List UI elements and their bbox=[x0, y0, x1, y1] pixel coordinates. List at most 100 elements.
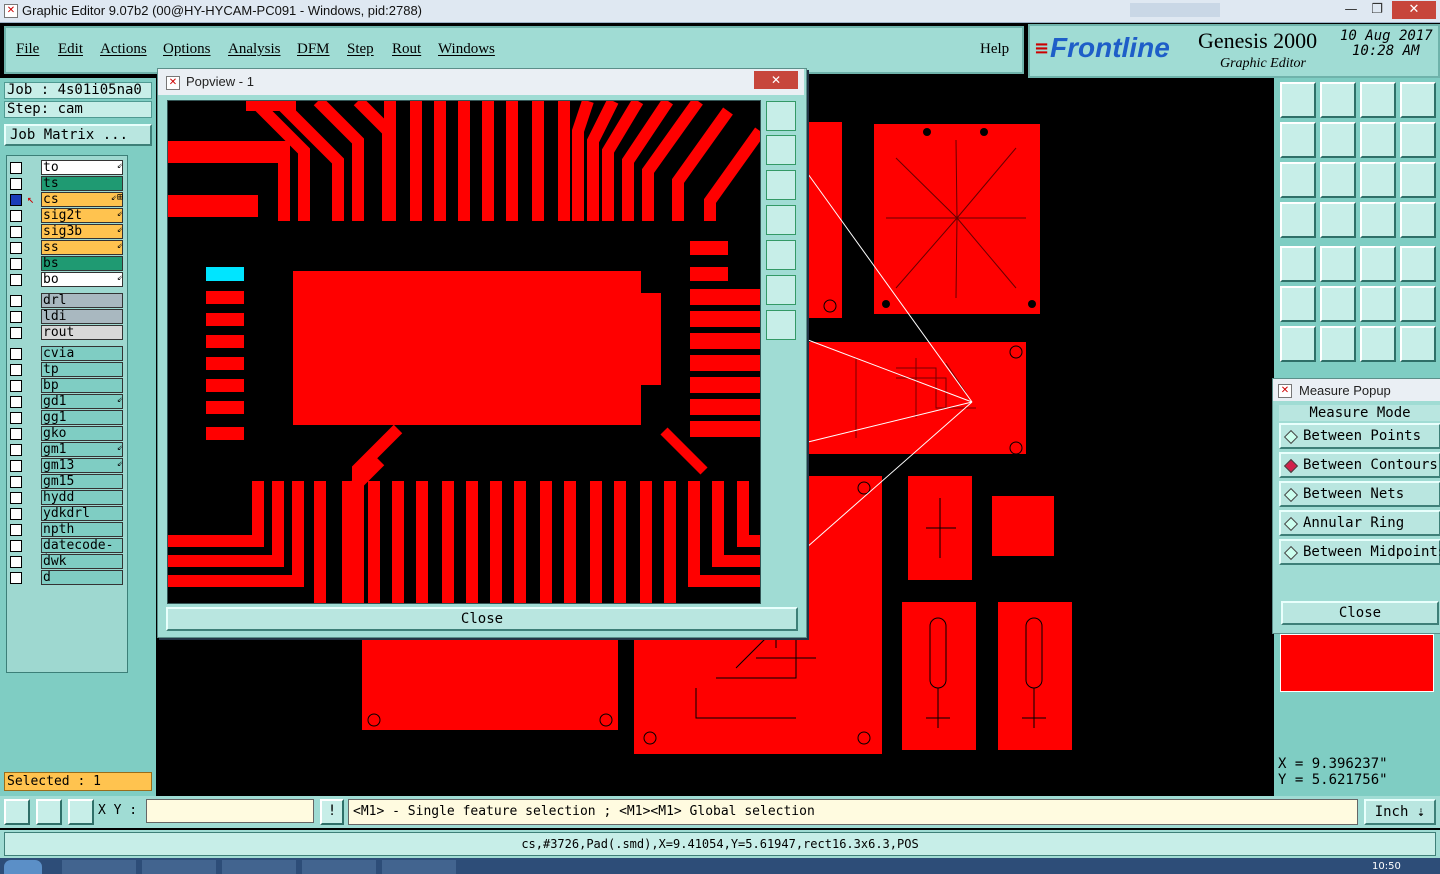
tool-move-left-icon[interactable] bbox=[1280, 122, 1316, 158]
tool-add-line-icon[interactable] bbox=[1320, 246, 1356, 282]
layer-checkbox[interactable] bbox=[10, 295, 22, 307]
popview-close-x-button[interactable]: ✕ bbox=[754, 71, 798, 89]
angle-tool-icon[interactable] bbox=[36, 799, 62, 825]
layer-checkbox[interactable] bbox=[10, 444, 22, 456]
layer-checkbox[interactable] bbox=[10, 364, 22, 376]
layer-name[interactable]: d bbox=[41, 570, 123, 585]
layer-name[interactable]: ts bbox=[41, 176, 123, 191]
close-window-button[interactable]: ✕ bbox=[1392, 1, 1436, 19]
layer-checkbox[interactable] bbox=[10, 492, 22, 504]
restore-button[interactable]: ❐ bbox=[1364, 1, 1390, 19]
warning-icon[interactable]: ! bbox=[320, 799, 344, 825]
layer-row[interactable]: gm15 bbox=[7, 474, 125, 490]
start-button[interactable] bbox=[4, 860, 42, 874]
tool-layer-down-icon[interactable] bbox=[1320, 82, 1356, 118]
layer-row[interactable]: dwk bbox=[7, 554, 125, 570]
layer-name[interactable]: gm15 bbox=[41, 474, 123, 489]
tool-line-pad-alt-icon[interactable] bbox=[1400, 286, 1436, 322]
layer-row[interactable]: gm1 ⇙ bbox=[7, 442, 125, 458]
layer-name[interactable]: drl bbox=[41, 293, 123, 308]
tool-filter-icon[interactable] bbox=[1280, 202, 1316, 238]
menu-windows[interactable]: Windows bbox=[438, 41, 495, 58]
layer-name[interactable]: cvia bbox=[41, 346, 123, 361]
layer-row[interactable]: drl bbox=[7, 293, 125, 309]
tool-move-right-icon[interactable] bbox=[1320, 122, 1356, 158]
layer-checkbox[interactable] bbox=[10, 226, 22, 238]
layer-name[interactable]: gg1 bbox=[41, 410, 123, 425]
layer-name[interactable]: datecode-to bbox=[41, 538, 123, 567]
layer-row[interactable]: bo ⇙ bbox=[7, 272, 125, 288]
tool-ruler-icon[interactable] bbox=[1360, 246, 1396, 282]
tool-home-icon[interactable] bbox=[1360, 82, 1396, 118]
menu-file[interactable]: File bbox=[16, 41, 39, 58]
tool-slash-icon[interactable] bbox=[1320, 326, 1356, 362]
popview-zoom-fit-icon[interactable] bbox=[766, 275, 796, 305]
layer-name[interactable]: npth bbox=[41, 522, 123, 537]
layer-row[interactable]: gg1 bbox=[7, 410, 125, 426]
tool-zoom-fit-icon[interactable] bbox=[1280, 162, 1316, 198]
layer-row[interactable]: ss ⇙ bbox=[7, 240, 125, 256]
layer-name[interactable]: gm1 bbox=[41, 442, 123, 457]
layer-name[interactable]: bs bbox=[41, 256, 123, 271]
layer-checkbox[interactable] bbox=[10, 311, 22, 323]
menu-dfm[interactable]: DFM bbox=[297, 41, 330, 58]
layer-checkbox[interactable] bbox=[10, 258, 22, 270]
tool-window-icon[interactable] bbox=[1400, 82, 1436, 118]
layer-checkbox[interactable] bbox=[10, 210, 22, 222]
layer-checkbox[interactable] bbox=[10, 242, 22, 254]
layer-checkbox[interactable] bbox=[10, 476, 22, 488]
grid-tool-icon[interactable] bbox=[68, 799, 94, 825]
layer-checkbox[interactable] bbox=[10, 348, 22, 360]
layer-checkbox[interactable] bbox=[10, 412, 22, 424]
layer-name[interactable]: sig3b bbox=[41, 224, 123, 239]
layer-row[interactable]: ldi bbox=[7, 309, 125, 325]
layer-row[interactable]: cvia bbox=[7, 346, 125, 362]
layer-checkbox[interactable] bbox=[10, 396, 22, 408]
tool-bracket-icon[interactable] bbox=[1400, 326, 1436, 362]
menu-help[interactable]: Help bbox=[980, 41, 1009, 58]
tool-line-pad-icon[interactable] bbox=[1360, 286, 1396, 322]
measure-close-button[interactable]: Close bbox=[1281, 601, 1439, 625]
tool-cross-icon[interactable] bbox=[1320, 286, 1356, 322]
tool-add-pad-icon[interactable] bbox=[1280, 246, 1316, 282]
measure-option-between-midpoints[interactable]: Between Midpoints bbox=[1279, 539, 1440, 565]
layer-row[interactable]: gd1 ⇙ bbox=[7, 394, 125, 410]
layer-checkbox[interactable] bbox=[10, 162, 22, 174]
layer-name[interactable]: bo bbox=[41, 272, 123, 287]
menu-actions[interactable]: Actions bbox=[100, 41, 147, 58]
layer-row[interactable]: ↖ cs ⇙⊞ bbox=[7, 192, 125, 208]
layer-row[interactable]: sig2t ⇙ bbox=[7, 208, 125, 224]
popview-close-button[interactable]: Close bbox=[166, 607, 798, 631]
popview-pan-up-icon[interactable] bbox=[766, 135, 796, 165]
minimize-button[interactable]: — bbox=[1338, 1, 1364, 19]
layer-row[interactable]: gko bbox=[7, 426, 125, 442]
layer-row[interactable]: bs bbox=[7, 256, 125, 272]
layer-checkbox[interactable] bbox=[10, 274, 22, 286]
layer-name[interactable]: sig2t bbox=[41, 208, 123, 223]
layer-row[interactable]: ts bbox=[7, 176, 125, 192]
layer-name[interactable]: gko bbox=[41, 426, 123, 441]
layer-name[interactable]: gd1 bbox=[41, 394, 123, 409]
layer-row[interactable]: hydd bbox=[7, 490, 125, 506]
units-select[interactable]: Inch ⇣ bbox=[1364, 799, 1436, 825]
menu-options[interactable]: Options bbox=[163, 41, 211, 58]
popview-pan-down-icon[interactable] bbox=[766, 170, 796, 200]
layer-checkbox[interactable] bbox=[10, 540, 22, 552]
layer-name[interactable]: ss bbox=[41, 240, 123, 255]
measure-option-between-nets[interactable]: Between Nets bbox=[1279, 481, 1440, 507]
tool-one-to-two-icon[interactable] bbox=[1360, 162, 1396, 198]
popview-zoom-view[interactable] bbox=[167, 100, 761, 604]
layer-checkbox[interactable] bbox=[10, 178, 22, 190]
layer-checkbox[interactable] bbox=[10, 380, 22, 392]
layer-name[interactable]: to bbox=[41, 160, 123, 175]
menu-analysis[interactable]: Analysis bbox=[228, 41, 281, 58]
layer-row[interactable]: d bbox=[7, 570, 125, 586]
snap-tool-icon[interactable] bbox=[4, 799, 30, 825]
layer-name[interactable]: rout bbox=[41, 325, 123, 340]
layer-row[interactable]: sig3b ⇙ bbox=[7, 224, 125, 240]
layer-checkbox[interactable] bbox=[10, 460, 22, 472]
tool-connect-icon[interactable] bbox=[1280, 286, 1316, 322]
taskbar-item[interactable] bbox=[142, 860, 216, 874]
tool-snap-icon[interactable] bbox=[1400, 122, 1436, 158]
layer-name[interactable]: dwk bbox=[41, 554, 123, 569]
